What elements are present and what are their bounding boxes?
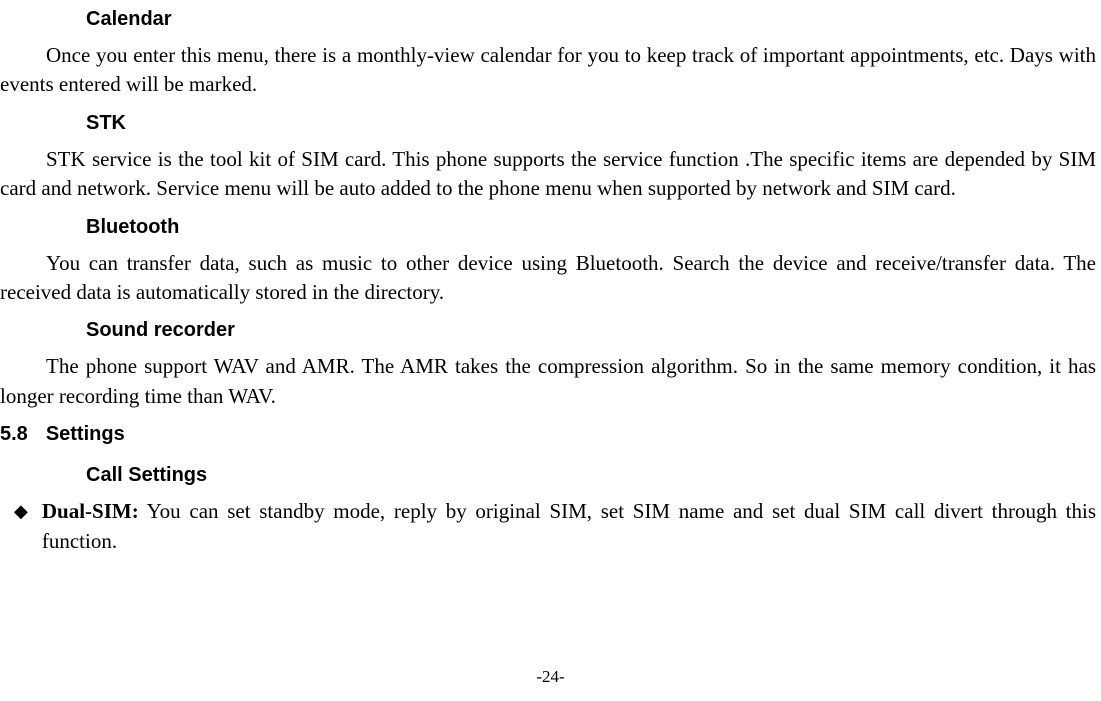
heading-bluetooth: Bluetooth [86,216,1101,239]
paragraph-calendar: Once you enter this menu, there is a mon… [0,41,1096,100]
document-page: Calendar Once you enter this menu, there… [0,0,1101,556]
section-number: 5.8 [0,423,28,446]
heading-calendar: Calendar [86,8,1101,31]
paragraph-stk: STK service is the tool kit of SIM card.… [0,145,1096,204]
paragraph-bluetooth: You can transfer data, such as music to … [0,249,1096,308]
section-title: Settings [46,423,125,445]
page-number: -24- [0,667,1101,687]
paragraph-sound-recorder: The phone support WAV and AMR. The AMR t… [0,352,1096,411]
bullet-content: Dual-SIM: You can set standby mode, repl… [42,497,1096,556]
heading-sound-recorder: Sound recorder [86,319,1101,342]
diamond-bullet-icon: ◆ [14,497,28,556]
bullet-text-dual-sim: You can set standby mode, reply by origi… [42,499,1096,552]
heading-stk: STK [86,112,1101,135]
bullet-label-dual-sim: Dual-SIM: [42,499,139,523]
section-settings-header: 5.8 Settings [0,423,1101,446]
bullet-dual-sim: ◆ Dual-SIM: You can set standby mode, re… [14,497,1096,556]
heading-call-settings: Call Settings [86,464,1101,487]
